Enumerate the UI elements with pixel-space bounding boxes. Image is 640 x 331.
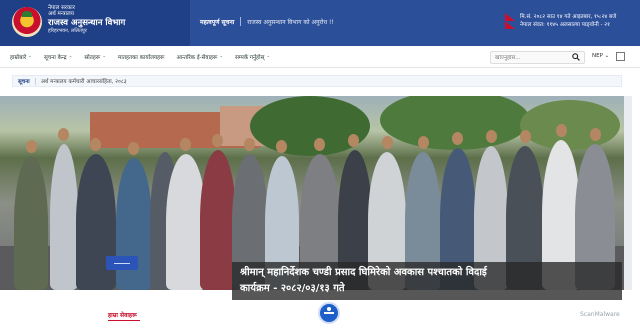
search-box bbox=[490, 51, 585, 64]
photo-person bbox=[50, 144, 78, 290]
photo-face bbox=[58, 128, 69, 141]
search-input[interactable] bbox=[491, 54, 571, 61]
hero-caption: श्रीमान् महानिर्देशक चण्डी प्रसाद घिमिरे… bbox=[232, 262, 622, 300]
photo-face bbox=[452, 132, 463, 145]
photo-face bbox=[244, 138, 255, 151]
nav-item-contact[interactable]: सम्पर्क गर्नुहोस् ⌄ bbox=[235, 53, 270, 61]
photo-face bbox=[314, 138, 325, 151]
fiscal-line: नेपाल संवत: ११४५ अलसाल्या पाङ्वोनी - २१ bbox=[520, 22, 610, 29]
scrollbar-track[interactable] bbox=[624, 96, 632, 290]
search-icon[interactable] bbox=[572, 53, 580, 61]
nav-label: हाम्रोबारे bbox=[10, 54, 27, 61]
photo-face bbox=[180, 138, 191, 151]
notice-text: राजस्व अनुसन्धान विभाग को अनुरोध !! bbox=[247, 18, 334, 26]
caption-line2: कार्यक्रम - २०८२/०३/१३ गते bbox=[240, 283, 345, 294]
org-block: नेपाल सरकार अर्थ मन्त्रालय राजस्व अनुसन्… bbox=[0, 0, 190, 46]
photo-face bbox=[382, 136, 393, 149]
photo-face bbox=[90, 138, 101, 151]
nepal-flag-icon bbox=[505, 13, 515, 29]
nav-item-internal-eservices[interactable]: आन्तरिक ई-सेवाहरू ⌄ bbox=[176, 53, 223, 61]
photo-face bbox=[556, 124, 567, 137]
date-line: मि.सं. २०८२ साउ १४ गते आइतबार, १५:२४ बजे bbox=[520, 14, 617, 20]
ticker-text[interactable]: अर्थ मन्त्रालय कर्मचारी आचारसंहिता, २०८३ bbox=[41, 77, 127, 85]
org-name: राजस्व अनुसन्धान विभाग bbox=[48, 17, 126, 28]
important-notice[interactable]: महत्वपूर्ण सूचना राजस्व अनुसन्धान विभाग … bbox=[200, 17, 334, 26]
accessibility-icon[interactable] bbox=[318, 302, 340, 324]
news-ticker: सूचना अर्थ मन्त्रालय कर्मचारी आचारसंहिता… bbox=[12, 75, 622, 87]
chevron-down-icon: ⌄ bbox=[28, 54, 32, 59]
nav-item-resources[interactable]: स्रोतहरू ⌄ bbox=[84, 53, 106, 61]
photo-face bbox=[520, 130, 531, 143]
slider-indicator-button[interactable] bbox=[106, 256, 138, 270]
language-selector[interactable]: NEP ⌄ bbox=[592, 53, 609, 59]
photo-person bbox=[14, 156, 48, 290]
chevron-down-icon: ⌄ bbox=[68, 54, 73, 59]
caption-line1: श्रीमान् महानिर्देशक चण्डी प्रसाद घिमिरे… bbox=[240, 267, 487, 278]
photo-face bbox=[128, 142, 139, 155]
section-title-services[interactable]: हाम्रा सेवाहरू bbox=[108, 311, 140, 321]
photo-face bbox=[590, 128, 601, 141]
nav-label: स्रोतहरू bbox=[84, 54, 101, 61]
nav-item-about[interactable]: हाम्रोबारे ⌄ bbox=[10, 53, 32, 61]
org-address: हरिहरभवन, ललितपुर bbox=[48, 28, 87, 35]
language-label: NEP bbox=[592, 53, 603, 59]
chevron-down-icon: ⌄ bbox=[102, 54, 106, 59]
photo-face bbox=[418, 136, 429, 149]
ticker-divider bbox=[34, 77, 36, 85]
photo-face bbox=[276, 140, 287, 153]
chevron-down-icon: ⌄ bbox=[604, 53, 610, 59]
menu-grid-icon[interactable] bbox=[616, 52, 625, 61]
notice-divider bbox=[240, 17, 242, 26]
nav-label: सम्पर्क गर्नुहोस् bbox=[235, 54, 265, 61]
nav-item-sub-offices[interactable]: मातहतका कार्यालयहरू bbox=[118, 53, 164, 61]
photo-face bbox=[486, 130, 497, 143]
chevron-down-icon: ⌄ bbox=[266, 54, 271, 59]
photo-face bbox=[348, 134, 359, 147]
hero-slider-image[interactable] bbox=[0, 96, 632, 290]
chevron-down-icon: ⌄ bbox=[219, 54, 224, 59]
photo-person bbox=[200, 150, 236, 290]
nav-label: मातहतका कार्यालयहरू bbox=[117, 54, 165, 61]
nav-label: आन्तरिक ई-सेवाहरू bbox=[176, 54, 218, 61]
photo-tree bbox=[520, 100, 620, 150]
org-title[interactable]: नेपाल सरकार अर्थ मन्त्रालय राजस्व अनुसन्… bbox=[48, 5, 125, 35]
top-header: नेपाल सरकार अर्थ मन्त्रालय राजस्व अनुसन्… bbox=[0, 0, 640, 46]
photo-face bbox=[212, 134, 223, 147]
ticker-label: सूचना bbox=[18, 79, 30, 85]
notice-label: महत्वपूर्ण सूचना bbox=[200, 18, 235, 26]
photo-face bbox=[26, 140, 37, 153]
photo-tree bbox=[250, 96, 370, 156]
government-emblem-icon[interactable] bbox=[12, 7, 42, 37]
scanmalware-watermark: ScanMalware bbox=[580, 311, 620, 318]
gov-line2: अर्थ मन्त्रालय bbox=[48, 11, 74, 18]
nav-label: सूचना केन्द्र bbox=[43, 54, 67, 61]
nav-item-info-center[interactable]: सूचना केन्द्र ⌄ bbox=[44, 53, 72, 61]
photo-person bbox=[116, 158, 152, 290]
date-block: मि.सं. २०८२ साउ १४ गते आइतबार, १५:२४ बजे… bbox=[520, 13, 616, 30]
